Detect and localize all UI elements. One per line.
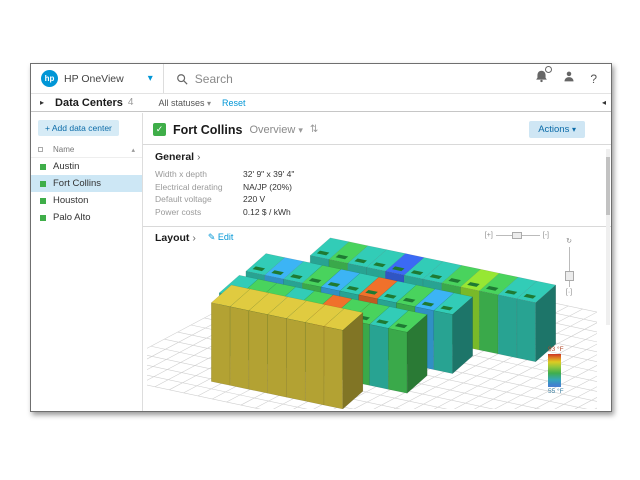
- field-label: Default voltage: [155, 194, 243, 204]
- field-value: NA/JP (20%): [243, 182, 599, 192]
- legend-min-label: 55 °F: [548, 388, 578, 395]
- chevron-down-icon[interactable]: ▾: [132, 73, 163, 84]
- status-ok-icon: ✓: [153, 123, 166, 136]
- status-ok-icon: [40, 215, 46, 221]
- layout-3d-view[interactable]: [147, 227, 597, 409]
- data-center-list: Austin Fort Collins Houston Palo Alto: [31, 158, 142, 226]
- alerts-button[interactable]: [535, 69, 548, 88]
- status-ok-icon: [40, 181, 46, 187]
- field-value: 0.12 $ / kWh: [243, 207, 599, 217]
- help-button[interactable]: ?: [590, 72, 597, 86]
- scrollbar-thumb[interactable]: [606, 157, 610, 215]
- general-section-heading[interactable]: General ›: [143, 145, 611, 168]
- view-selector[interactable]: Overview ▾: [249, 124, 302, 136]
- user-icon: [563, 70, 575, 83]
- sidebar: + Add data center Name ▴ Austin Fort Coll…: [31, 113, 143, 411]
- collapse-panel-icon[interactable]: ◂: [602, 98, 606, 107]
- resource-header: ✓ Fort Collins Overview ▾ ⇅ Actions ▾: [143, 113, 611, 144]
- rotate-icon[interactable]: ↻: [566, 237, 572, 245]
- chevron-down-icon: ▾: [572, 125, 576, 134]
- temperature-legend: 93 °F 55 °F: [548, 346, 578, 395]
- chevron-down-icon: ▾: [298, 125, 303, 135]
- user-menu-button[interactable]: [563, 70, 575, 88]
- expand-panel-icon[interactable]: ▸: [40, 98, 44, 107]
- data-center-label: Palo Alto: [53, 212, 91, 223]
- status-ok-icon: [40, 164, 46, 170]
- zoom-slider-handle[interactable]: [512, 232, 522, 239]
- filter-bar: ▸ Data Centers 4 All statuses ▾ Reset ◂: [31, 94, 611, 112]
- search-placeholder: Search: [195, 72, 233, 86]
- status-filter-dropdown[interactable]: All statuses ▾: [158, 98, 211, 108]
- data-center-label: Fort Collins: [53, 178, 101, 189]
- top-bar: hp HP OneView ▾ Search: [31, 64, 611, 94]
- reset-filter-link[interactable]: Reset: [222, 98, 246, 108]
- resource-title: Fort Collins: [173, 123, 242, 137]
- data-center-row[interactable]: Houston: [31, 192, 142, 209]
- general-table: Width x depth32' 9" x 39' 4"Electrical d…: [143, 168, 611, 218]
- field-label: Width x depth: [155, 169, 243, 179]
- resource-count: 4: [128, 97, 134, 108]
- name-column-header[interactable]: Name: [53, 145, 74, 154]
- zoom-slider[interactable]: [+] [-]: [485, 232, 549, 239]
- search-icon: [176, 73, 188, 85]
- alert-badge: [545, 66, 552, 73]
- reset-view-label[interactable]: [·]: [566, 289, 572, 296]
- data-center-row[interactable]: Austin: [31, 158, 142, 175]
- field-label: Electrical derating: [155, 182, 243, 192]
- search-input[interactable]: Search: [163, 64, 536, 93]
- data-center-label: Houston: [53, 195, 88, 206]
- vertical-scrollbar[interactable]: [606, 149, 610, 325]
- temperature-gradient-bar: [548, 354, 561, 387]
- rotate-slider[interactable]: ↻ [·]: [563, 237, 575, 296]
- data-center-label: Austin: [53, 161, 79, 172]
- zoom-out-label[interactable]: [-]: [543, 232, 549, 239]
- app-window: hp HP OneView ▾ Search: [30, 63, 612, 412]
- actions-button[interactable]: Actions ▾: [529, 121, 585, 138]
- sort-ascending-icon[interactable]: ▴: [131, 146, 135, 154]
- field-value: 32' 9" x 39' 4": [243, 169, 599, 179]
- brand-name: HP OneView: [64, 73, 124, 85]
- list-header[interactable]: Name ▴: [31, 143, 142, 158]
- data-center-row[interactable]: Fort Collins: [31, 175, 142, 192]
- field-label: Power costs: [155, 207, 243, 217]
- zoom-in-label[interactable]: [+]: [485, 232, 493, 239]
- rotate-slider-handle[interactable]: [565, 271, 574, 281]
- legend-max-label: 93 °F: [548, 346, 578, 353]
- page-title: Data Centers: [55, 97, 123, 109]
- data-center-row[interactable]: Palo Alto: [31, 209, 142, 226]
- swap-view-icon[interactable]: ⇅: [310, 124, 318, 135]
- status-column-icon: [38, 147, 43, 152]
- status-ok-icon: [40, 198, 46, 204]
- zoom-slider-track[interactable]: [496, 235, 540, 236]
- field-value: 220 V: [243, 194, 599, 204]
- add-data-center-button[interactable]: + Add data center: [38, 120, 119, 136]
- section-arrow-icon: ›: [197, 151, 201, 163]
- brand-menu[interactable]: hp HP OneView: [31, 70, 132, 87]
- chevron-down-icon: ▾: [207, 99, 211, 108]
- rotate-slider-track[interactable]: [569, 247, 570, 287]
- hp-logo-icon: hp: [41, 70, 58, 87]
- main-panel: ✓ Fort Collins Overview ▾ ⇅ Actions ▾ Ge…: [143, 113, 611, 411]
